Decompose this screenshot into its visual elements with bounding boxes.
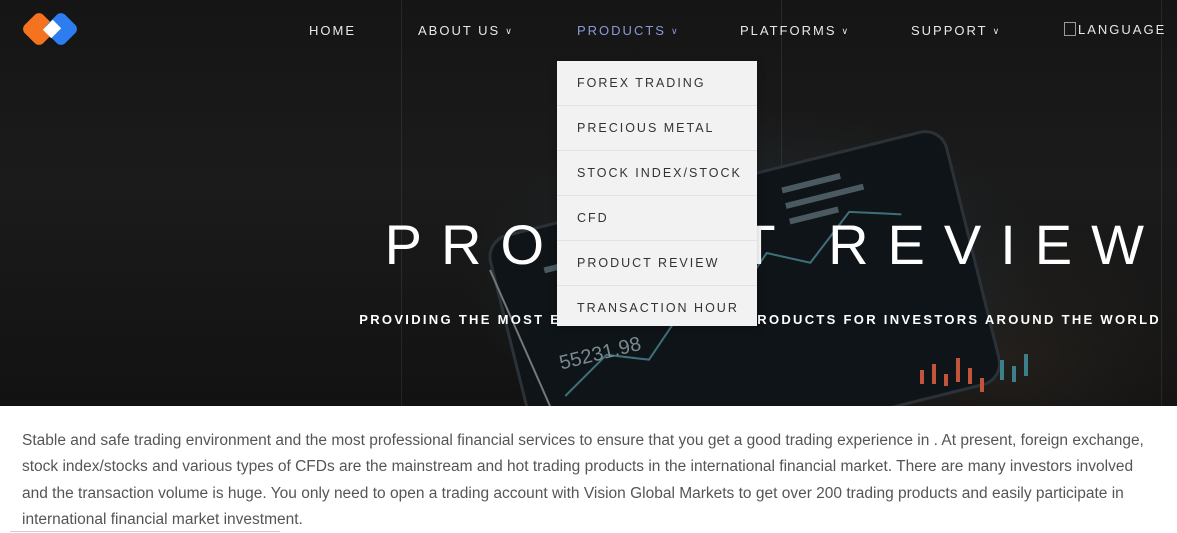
nav-home[interactable]: HOME bbox=[309, 23, 356, 38]
candlestick-chart-illustration bbox=[920, 354, 1028, 392]
menu-item-precious-metal[interactable]: PRECIOUS METAL bbox=[557, 106, 757, 151]
chevron-down-icon: ∨ bbox=[841, 26, 851, 36]
nav-about-us-label: ABOUT US bbox=[418, 23, 501, 38]
divider bbox=[10, 531, 280, 532]
chevron-down-icon: ∨ bbox=[670, 26, 680, 36]
menu-item-cfd[interactable]: CFD bbox=[557, 196, 757, 241]
nav-products[interactable]: PRODUCTS ∨ bbox=[577, 23, 680, 38]
broken-image-icon bbox=[1064, 22, 1076, 36]
language-selector[interactable]: LANGUAGE bbox=[1064, 22, 1166, 37]
intro-paragraph: Stable and safe trading environment and … bbox=[22, 432, 1144, 528]
menu-item-forex-trading[interactable]: FOREX TRADING bbox=[557, 61, 757, 106]
menu-item-stock-index[interactable]: STOCK INDEX/STOCK bbox=[557, 151, 757, 196]
nav-support-label: SUPPORT bbox=[911, 23, 988, 38]
page-subtitle: PROVIDING THE MOST EXTENSIVE FINANCIAL P… bbox=[359, 312, 1161, 327]
page-title: PRODUCT REVIEW bbox=[384, 213, 1163, 276]
language-label: LANGUAGE bbox=[1078, 22, 1167, 37]
ticker-text: 55231.98 bbox=[557, 333, 643, 375]
nav-about-us[interactable]: ABOUT US ∨ bbox=[418, 23, 514, 38]
nav-products-label: PRODUCTS bbox=[577, 23, 666, 38]
menu-item-transaction-hour[interactable]: TRANSACTION HOUR bbox=[557, 286, 757, 330]
chevron-down-icon: ∨ bbox=[505, 26, 514, 36]
main-nav: HOME ABOUT US ∨ PRODUCTS ∨ PLATFORMS ∨ SUPP… bbox=[0, 0, 1177, 62]
chevron-down-icon: ∨ bbox=[992, 26, 1002, 36]
nav-home-label: HOME bbox=[309, 23, 356, 38]
menu-item-product-review[interactable]: PRODUCT REVIEW bbox=[557, 241, 757, 286]
nav-support[interactable]: SUPPORT ∨ bbox=[911, 23, 1001, 38]
products-dropdown-menu: FOREX TRADING PRECIOUS METAL STOCK INDEX… bbox=[557, 61, 757, 326]
nav-platforms-label: PLATFORMS bbox=[740, 23, 837, 38]
nav-platforms[interactable]: PLATFORMS ∨ bbox=[740, 23, 850, 38]
